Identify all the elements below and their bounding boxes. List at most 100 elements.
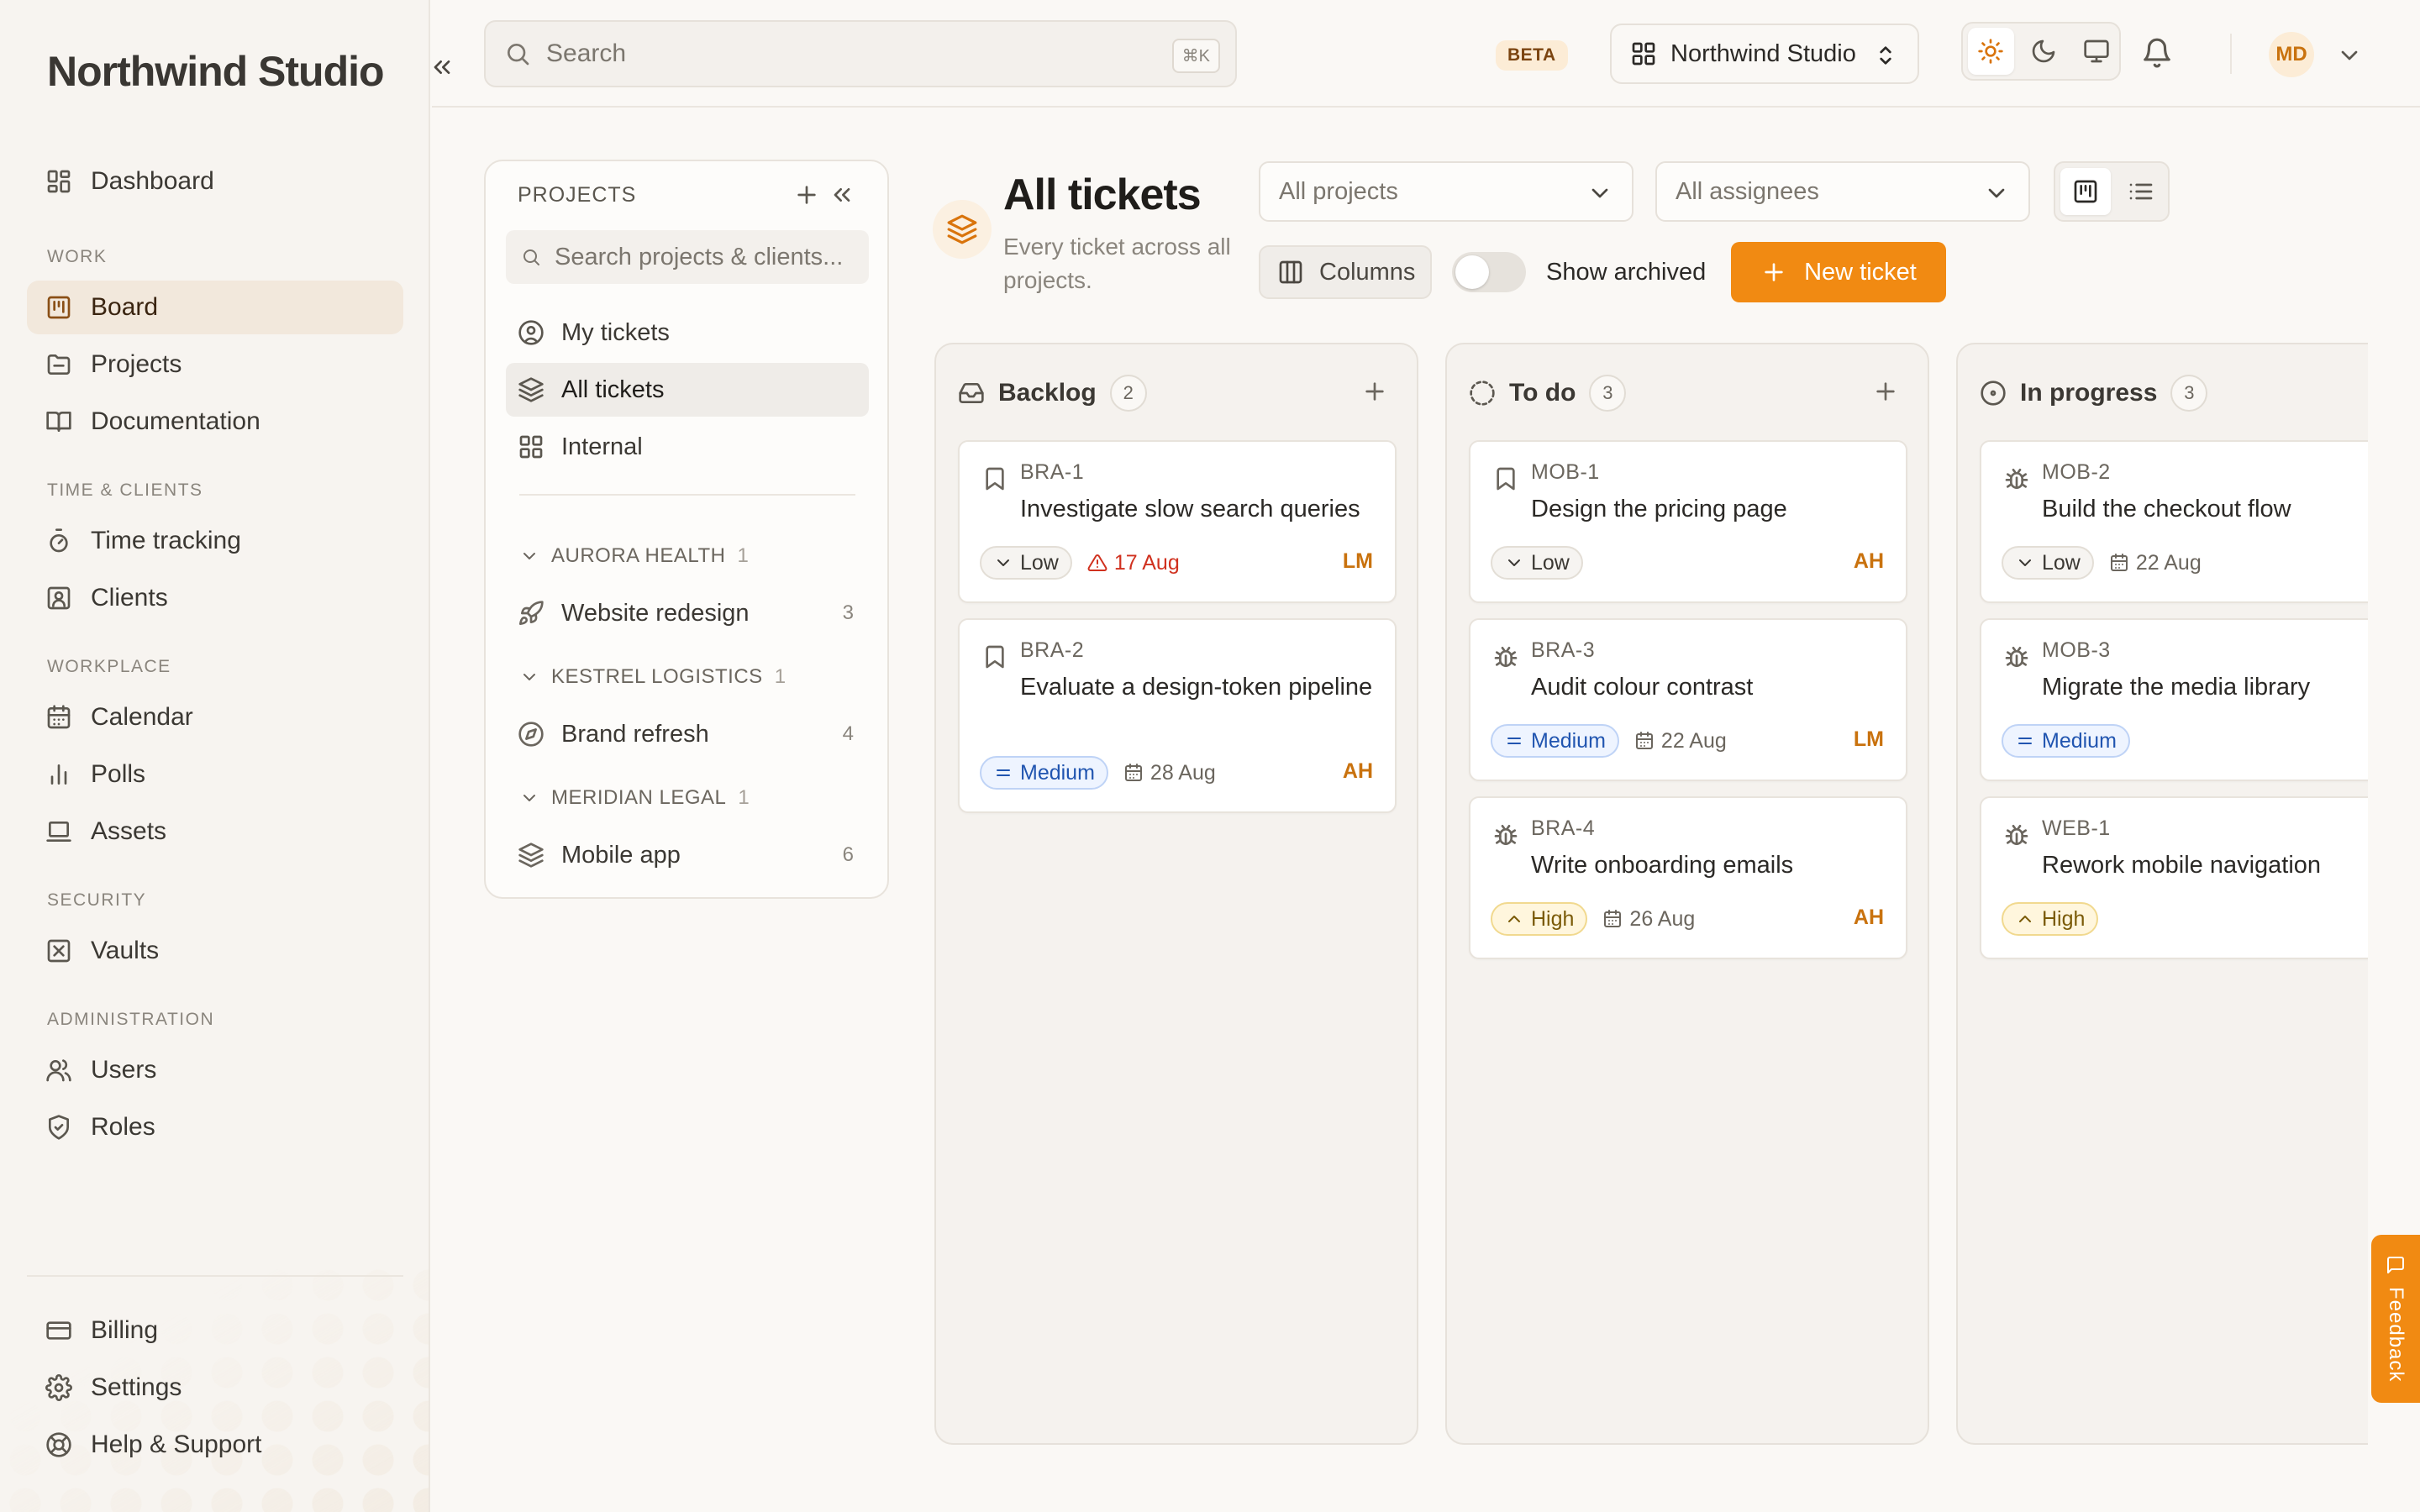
chevron-down-icon bbox=[1504, 553, 1524, 573]
ticket-meta: High 26 Aug bbox=[1491, 902, 1695, 936]
user-menu-button[interactable] bbox=[2336, 42, 2363, 69]
grid-icon bbox=[1630, 40, 1657, 67]
sidebar-item-users[interactable]: Users bbox=[27, 1043, 403, 1097]
calendar-icon bbox=[45, 704, 72, 731]
org-switcher[interactable]: Northwind Studio bbox=[1610, 24, 1919, 84]
project-item[interactable]: Mobile app 6 bbox=[506, 830, 869, 880]
priority-label: High bbox=[2042, 906, 2086, 931]
user-avatar[interactable]: MD bbox=[2269, 32, 2314, 77]
board-view-button[interactable] bbox=[2060, 168, 2111, 215]
ticket-card[interactable]: BRA-2 Evaluate a design-token pipeline M… bbox=[958, 618, 1397, 813]
columns-button[interactable]: Columns bbox=[1259, 245, 1432, 299]
sidebar-item-label: Assets bbox=[91, 817, 167, 845]
sidebar-item-polls[interactable]: Polls bbox=[27, 748, 403, 801]
collapse-projects-button[interactable] bbox=[829, 181, 855, 208]
priority-label: Low bbox=[1531, 550, 1570, 575]
view-label: My tickets bbox=[561, 318, 670, 346]
book-icon bbox=[45, 408, 72, 435]
chevron-down-icon bbox=[1586, 180, 1613, 207]
sidebar-item-settings[interactable]: Settings bbox=[27, 1361, 403, 1415]
sidebar-item-dashboard[interactable]: Dashboard bbox=[27, 155, 403, 208]
client-group-toggle[interactable]: AURORA HEALTH 1 bbox=[519, 544, 749, 568]
add-ticket-button[interactable] bbox=[1872, 378, 1899, 405]
sidebar-item-label: Help & Support bbox=[91, 1431, 262, 1458]
sidebar-item-billing[interactable]: Billing bbox=[27, 1304, 403, 1357]
due-date: 28 Aug bbox=[1123, 761, 1216, 785]
ticket-key: BRA-2 bbox=[1020, 638, 1085, 662]
board-icon bbox=[45, 294, 72, 321]
due-date-label: 17 Aug bbox=[1113, 550, 1180, 575]
equals-icon bbox=[993, 763, 1013, 783]
ticket-meta: Low 17 Aug bbox=[980, 546, 1180, 580]
project-search-input[interactable]: Search projects & clients... bbox=[506, 230, 869, 284]
sidebar-item-vaults[interactable]: Vaults bbox=[27, 924, 403, 978]
view-all-tickets[interactable]: All tickets bbox=[506, 363, 869, 417]
ticket-card[interactable]: MOB-1 Design the pricing page Low AH bbox=[1469, 440, 1907, 603]
sidebar-item-assets[interactable]: Assets bbox=[27, 805, 403, 858]
brand-logo[interactable]: Northwind Studio bbox=[47, 47, 385, 96]
sidebar-item-help[interactable]: Help & Support bbox=[27, 1418, 403, 1472]
project-name: Mobile app bbox=[561, 841, 681, 869]
show-archived-toggle[interactable] bbox=[1452, 252, 1526, 292]
sidebar-item-documentation[interactable]: Documentation bbox=[27, 395, 403, 449]
ticket-key: MOB-1 bbox=[1531, 460, 1600, 484]
ticket-key: MOB-2 bbox=[2042, 460, 2111, 484]
ticket-card[interactable]: BRA-3 Audit colour contrast Medium 22 Au… bbox=[1469, 618, 1907, 781]
ticket-card[interactable]: BRA-1 Investigate slow search queries Lo… bbox=[958, 440, 1397, 603]
project-item[interactable]: Website redesign 3 bbox=[506, 588, 869, 638]
project-filter-select[interactable]: All projects bbox=[1259, 161, 1634, 222]
assignee-initials: AH bbox=[1853, 906, 1884, 929]
add-ticket-button[interactable] bbox=[1361, 378, 1388, 405]
dark-theme-button[interactable] bbox=[2021, 28, 2067, 75]
add-project-button[interactable] bbox=[793, 181, 820, 208]
column-count: 2 bbox=[1109, 375, 1147, 412]
sidebar-item-time-tracking[interactable]: Time tracking bbox=[27, 514, 403, 568]
client-group-toggle[interactable]: KESTREL LOGISTICS 1 bbox=[519, 665, 786, 689]
sidebar-item-calendar[interactable]: Calendar bbox=[27, 690, 403, 744]
ticket-card[interactable]: MOB-3 Migrate the media library Medium bbox=[1980, 618, 2368, 781]
page-subtitle: Every ticket across all projects. bbox=[1003, 234, 1231, 293]
sidebar-item-board[interactable]: Board bbox=[27, 281, 403, 334]
ticket-card[interactable]: BRA-4 Write onboarding emails High 26 Au… bbox=[1469, 796, 1907, 959]
ticket-title: Evaluate a design-token pipeline bbox=[1020, 674, 1373, 701]
column-count: 3 bbox=[1589, 375, 1627, 412]
new-ticket-button[interactable]: New ticket bbox=[1731, 242, 1946, 302]
ticket-title: Investigate slow search queries bbox=[1020, 496, 1360, 522]
project-item[interactable]: Brand refresh 4 bbox=[506, 709, 869, 759]
column-title: Backlog bbox=[998, 379, 1097, 407]
ticket-card[interactable]: WEB-1 Rework mobile navigation High bbox=[1980, 796, 2368, 959]
sidebar-item-label: Projects bbox=[91, 350, 182, 378]
priority-badge: High bbox=[2002, 902, 2099, 936]
rocket-icon bbox=[518, 600, 544, 627]
client-group-toggle[interactable]: MERIDIAN LEGAL 1 bbox=[519, 786, 750, 810]
alert-triangle-icon bbox=[1087, 553, 1107, 573]
sidebar-item-clients[interactable]: Clients bbox=[27, 571, 403, 625]
calendar-icon bbox=[1123, 763, 1144, 783]
sidebar-item-projects[interactable]: Projects bbox=[27, 338, 403, 391]
view-internal[interactable]: Internal bbox=[506, 420, 869, 474]
bookmark-icon bbox=[981, 465, 1008, 492]
sidebar-item-label: Users bbox=[91, 1056, 157, 1084]
notifications-button[interactable] bbox=[2141, 37, 2173, 69]
dashed-circle-icon bbox=[1469, 380, 1496, 407]
ticket-key: WEB-1 bbox=[2042, 816, 2111, 840]
view-my-tickets[interactable]: My tickets bbox=[506, 306, 869, 360]
view-label: All tickets bbox=[561, 375, 665, 403]
ticket-title: Audit colour contrast bbox=[1531, 674, 1754, 701]
list-view-button[interactable] bbox=[2116, 168, 2166, 215]
ticket-key: BRA-4 bbox=[1531, 816, 1596, 840]
assignee-filter-select[interactable]: All assignees bbox=[1655, 161, 2030, 222]
chevron-down-icon bbox=[519, 667, 539, 687]
select-value: All projects bbox=[1279, 177, 1398, 205]
select-value: All assignees bbox=[1676, 177, 1819, 205]
sidebar-item-roles[interactable]: Roles bbox=[27, 1100, 403, 1154]
plus-icon bbox=[1760, 259, 1787, 286]
ticket-card[interactable]: MOB-2 Build the checkout flow Low 22 Aug bbox=[1980, 440, 2368, 603]
light-theme-button[interactable] bbox=[1968, 28, 2014, 75]
feedback-tab[interactable]: Feedback bbox=[2371, 1235, 2420, 1403]
sidebar: Northwind Studio Dashboard WORK Board Pr… bbox=[0, 0, 430, 1512]
sidebar-item-label: Polls bbox=[91, 760, 146, 788]
chevron-down-icon bbox=[1983, 180, 2010, 207]
system-theme-button[interactable] bbox=[2073, 28, 2119, 75]
global-search-input[interactable]: Search ⌘K bbox=[484, 20, 1237, 87]
